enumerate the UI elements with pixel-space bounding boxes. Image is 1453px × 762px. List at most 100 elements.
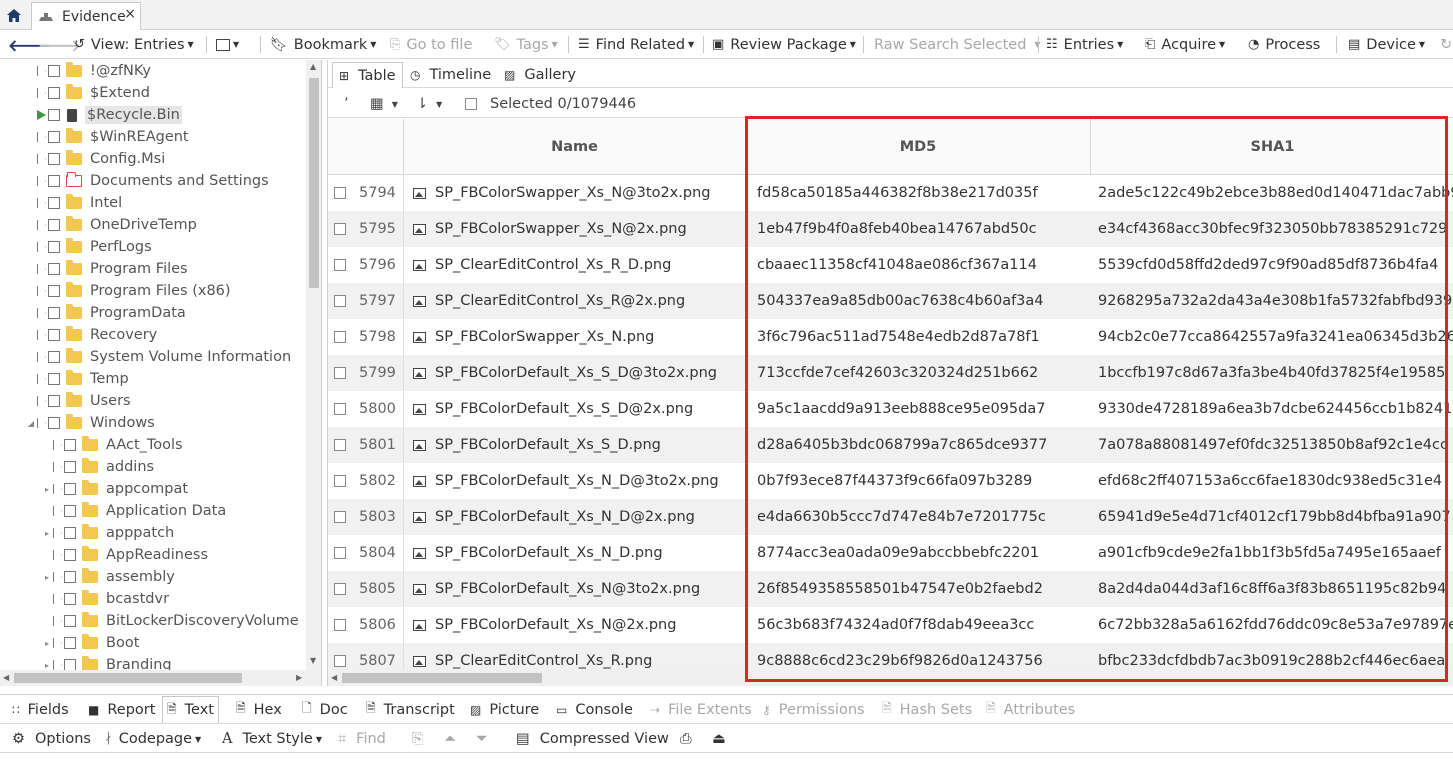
table-row[interactable]: 5796 SP_ClearEditControl_Xs_R_D.png cbaaec… <box>328 247 1453 283</box>
table-row[interactable]: 5794 SP_FBColorSwapper_Xs_N@3to2x.png fd58… <box>328 175 1453 211</box>
row-checkbox[interactable] <box>334 187 346 199</box>
name-cell[interactable]: SP_FBColorSwapper_Xs_N@3to2x.png <box>413 175 743 211</box>
blue-check-icon[interactable] <box>37 308 46 318</box>
name-cell[interactable]: SP_FBColorDefault_Xs_N_D@2x.png <box>413 499 743 535</box>
row-checkbox[interactable] <box>334 403 346 415</box>
blue-check-icon[interactable] <box>37 396 46 406</box>
row-checkbox[interactable] <box>334 619 346 631</box>
tab-permissions[interactable]: ⚷ Permissions <box>762 696 865 723</box>
item-checkbox[interactable] <box>64 527 76 539</box>
tree-item[interactable]: AppReadiness <box>0 544 320 566</box>
blue-check-icon[interactable] <box>37 66 46 76</box>
options-button[interactable]: ⚙ Options <box>12 724 91 754</box>
home-button[interactable] <box>0 0 28 30</box>
item-checkbox[interactable] <box>64 461 76 473</box>
item-checkbox[interactable] <box>48 395 60 407</box>
blue-check-icon[interactable] <box>53 550 62 560</box>
tree-item[interactable]: $Extend <box>0 82 320 104</box>
item-checkbox[interactable] <box>48 65 60 77</box>
table-row[interactable]: 5795 SP_FBColorSwapper_Xs_N@2x.png 1eb47f9… <box>328 211 1453 247</box>
tree-item[interactable]: ▸ Boot <box>0 632 320 654</box>
tree-item[interactable]: Config.Msi <box>0 148 320 170</box>
tree-item[interactable]: BitLockerDiscoveryVolume <box>0 610 320 632</box>
find-button[interactable]: ⌗ Find <box>338 724 386 754</box>
blue-check-icon[interactable] <box>53 506 62 516</box>
item-checkbox[interactable] <box>48 109 60 121</box>
item-checkbox[interactable] <box>48 351 60 363</box>
columns-menu[interactable]: ▦ ▼ <box>370 90 398 118</box>
expanded-arrow-icon[interactable]: ◢ <box>26 419 36 428</box>
print-button[interactable]: ⎙ <box>680 724 692 754</box>
blue-check-icon[interactable] <box>37 374 46 384</box>
tab-console[interactable]: ▭ Console <box>556 696 633 723</box>
tab-hash-sets[interactable]: 🗎︎ Hash Sets <box>882 696 972 723</box>
tree-item[interactable]: System Volume Information <box>0 346 320 368</box>
name-cell[interactable]: SP_ClearEditControl_Xs_R_D.png <box>413 247 743 283</box>
blue-check-icon[interactable] <box>37 88 46 98</box>
expand-arrow-icon[interactable]: ▸ <box>42 661 52 670</box>
table-row[interactable]: 5797 SP_ClearEditControl_Xs_R@2x.png 50433… <box>328 283 1453 319</box>
tab-fields[interactable]: ∷ Fields <box>12 696 69 723</box>
go-to-file-button[interactable]: ⎘ Go to file <box>390 30 472 58</box>
table-row[interactable]: 5798 SP_FBColorSwapper_Xs_N.png 3f6c796ac5… <box>328 319 1453 355</box>
bookmark-button[interactable]: 🔖︎ Bookmark ▼ <box>270 30 376 58</box>
tab-gallery[interactable]: ▨ Gallery <box>498 62 582 88</box>
process-button[interactable]: ◔ Process <box>1248 30 1320 58</box>
name-cell[interactable]: SP_FBColorDefault_Xs_N_D.png <box>413 535 743 571</box>
text-style-menu[interactable]: A Text Style ▼ <box>222 724 322 754</box>
tab-hex[interactable]: 🗎︎ Hex <box>236 696 282 723</box>
name-cell[interactable]: SP_FBColorDefault_Xs_N@2x.png <box>413 607 743 643</box>
tree-item[interactable]: Users <box>0 390 320 412</box>
table-horizontal-scrollbar[interactable]: ◀ <box>328 670 1453 686</box>
table-row[interactable]: 5801 SP_FBColorDefault_Xs_S_D.png d28a6405… <box>328 427 1453 463</box>
blue-check-icon[interactable] <box>53 572 62 582</box>
blue-check-icon[interactable] <box>37 330 46 340</box>
entries-button[interactable]: ☷ Entries ▼ <box>1046 30 1123 58</box>
blue-check-icon[interactable] <box>53 462 62 472</box>
name-cell[interactable]: SP_FBColorSwapper_Xs_N@2x.png <box>413 211 743 247</box>
tab-doc[interactable]: 🗋︎ Doc <box>302 696 348 723</box>
tree-item[interactable]: Temp <box>0 368 320 390</box>
blue-check-icon[interactable] <box>53 660 62 670</box>
blue-check-icon[interactable] <box>37 176 46 186</box>
name-cell[interactable]: SP_FBColorDefault_Xs_S_D@2x.png <box>413 391 743 427</box>
item-checkbox[interactable] <box>48 263 60 275</box>
tree-item[interactable]: Application Data <box>0 500 320 522</box>
blue-check-icon[interactable] <box>53 528 62 538</box>
name-cell[interactable]: SP_FBColorDefault_Xs_N_D@3to2x.png <box>413 463 743 499</box>
item-checkbox[interactable] <box>48 131 60 143</box>
table-row[interactable]: 5802 SP_FBColorDefault_Xs_N_D@3to2x.png 0b… <box>328 463 1453 499</box>
row-checkbox[interactable] <box>334 331 346 343</box>
expand-arrow-icon[interactable]: ▸ <box>42 639 52 648</box>
down-button[interactable]: ⏷ <box>476 724 488 754</box>
blue-check-icon[interactable] <box>37 286 46 296</box>
blue-check-icon[interactable] <box>53 484 62 494</box>
row-checkbox[interactable] <box>334 655 346 667</box>
tree-item[interactable]: ▸ apppatch <box>0 522 320 544</box>
tags-button[interactable]: 🏷︎ Tags ▼ <box>494 30 558 58</box>
table-row[interactable]: 5803 SP_FBColorDefault_Xs_N_D@2x.png e4da6… <box>328 499 1453 535</box>
item-checkbox[interactable] <box>48 241 60 253</box>
item-checkbox[interactable] <box>48 153 60 165</box>
tab-text[interactable]: 🗎︎ Text <box>162 696 219 723</box>
item-checkbox[interactable] <box>48 373 60 385</box>
tab-timeline[interactable]: ◷ Timeline <box>404 62 497 88</box>
item-checkbox[interactable] <box>64 615 76 627</box>
table-row[interactable]: 5805 SP_FBColorDefault_Xs_N@3to2x.png 26f8… <box>328 571 1453 607</box>
layout-menu[interactable]: ▼ <box>216 30 239 58</box>
tree-item[interactable]: Intel <box>0 192 320 214</box>
item-checkbox[interactable] <box>48 307 60 319</box>
expand-arrow-icon[interactable]: ▸ <box>42 485 52 494</box>
tree-item[interactable]: ▸ appcompat <box>0 478 320 500</box>
row-checkbox[interactable] <box>334 547 346 559</box>
tree-item[interactable]: $Recycle.Bin <box>0 104 320 126</box>
blue-check-icon[interactable] <box>53 440 62 450</box>
item-checkbox[interactable] <box>48 329 60 341</box>
tab-file-extents[interactable]: ⇢ File Extents <box>650 696 752 723</box>
item-checkbox[interactable] <box>48 417 60 429</box>
tab-picture[interactable]: ▨ Picture <box>470 696 539 723</box>
tree-item[interactable]: !@zfNKy <box>0 60 320 82</box>
up-button[interactable]: ⏶ <box>444 724 456 754</box>
tab-attributes[interactable]: 🗎︎ Attributes <box>986 696 1075 723</box>
item-checkbox[interactable] <box>64 571 76 583</box>
